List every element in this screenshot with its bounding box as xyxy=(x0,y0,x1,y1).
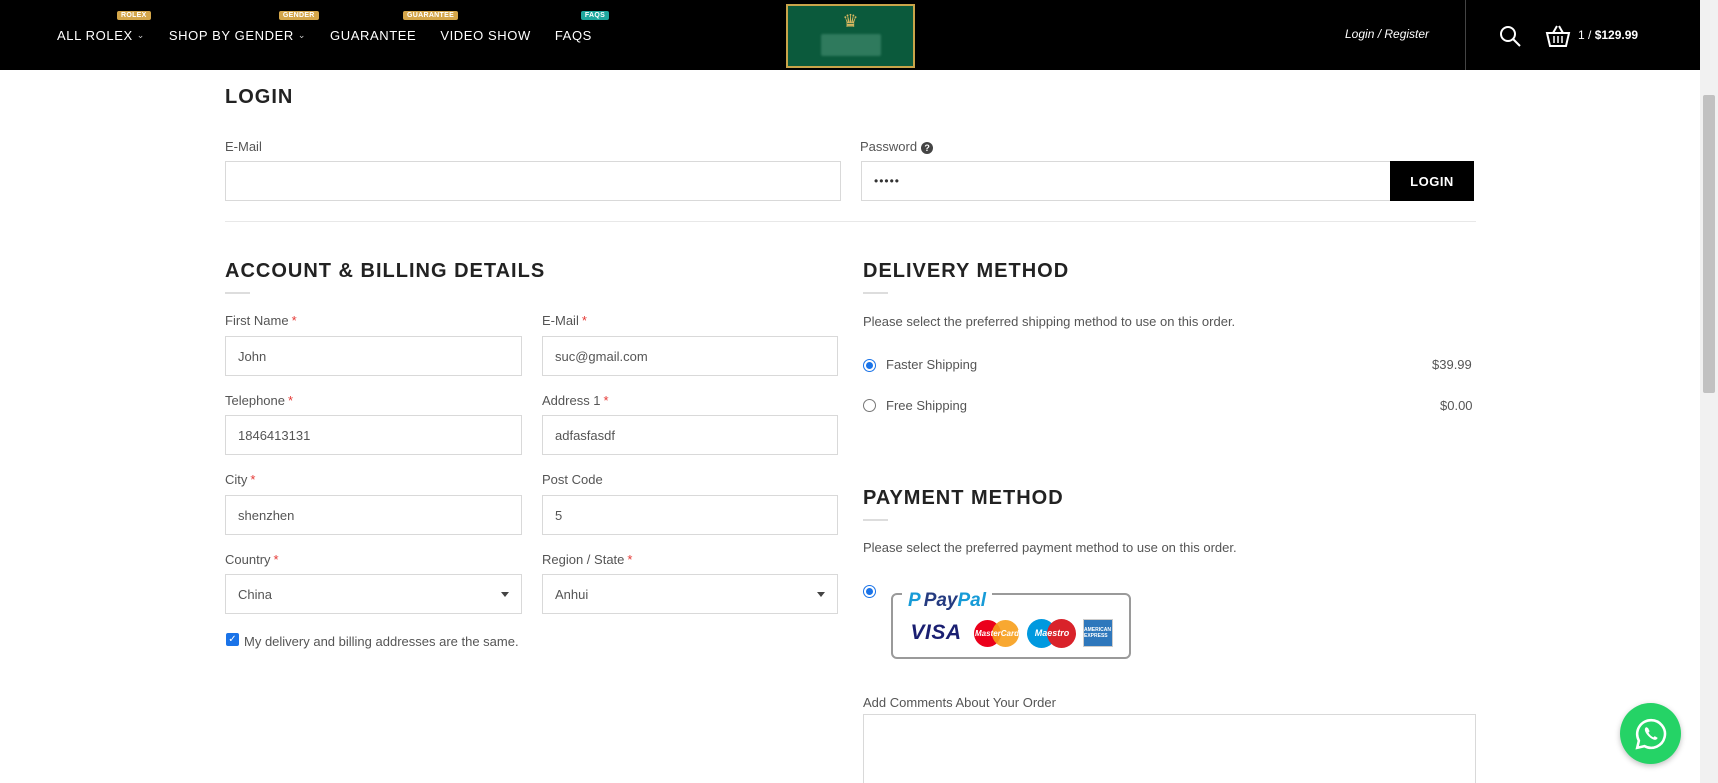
page-scrollbar[interactable] xyxy=(1700,0,1718,783)
title-underline xyxy=(225,292,250,294)
faster-shipping-price: $39.99 xyxy=(1432,357,1472,372)
cart-count: 1 / xyxy=(1578,28,1592,42)
country-select[interactable]: China xyxy=(225,574,522,614)
account-billing-title: ACCOUNT & BILLING DETAILS xyxy=(225,260,546,282)
address1-label: Address 1 * xyxy=(542,393,609,408)
paypal-brand-pal: Pal xyxy=(957,590,987,611)
region-label: Region / State * xyxy=(542,552,633,567)
billing-email-label: E-Mail * xyxy=(542,313,587,328)
section-divider xyxy=(225,221,1476,222)
visa-logo: VISA xyxy=(910,621,962,644)
cart-summary[interactable]: 1 / $129.99 xyxy=(1578,28,1638,42)
order-comments-textarea[interactable] xyxy=(863,714,1476,783)
delivery-intro: Please select the preferred shipping met… xyxy=(863,314,1236,329)
comments-label: Add Comments About Your Order xyxy=(863,695,1056,710)
amex-logo: AMERICAN EXPRESS xyxy=(1083,619,1113,647)
paypal-p-icon: P xyxy=(908,590,921,611)
password-label: Password xyxy=(860,139,918,154)
free-shipping-radio[interactable] xyxy=(863,399,876,412)
nav-all-rolex-label: ALL ROLEX xyxy=(57,27,133,43)
same-address-label: My delivery and billing addresses are th… xyxy=(244,634,519,649)
billing-email-input[interactable]: suc@gmail.com xyxy=(542,336,838,376)
whatsapp-chat-button[interactable] xyxy=(1620,703,1681,764)
delivery-method-title: DELIVERY METHOD xyxy=(863,260,1070,282)
scrollbar-thumb[interactable] xyxy=(1703,95,1715,393)
title-underline xyxy=(863,292,888,294)
nav-shop-by-gender-label: SHOP BY GENDER xyxy=(168,27,294,43)
free-shipping-label[interactable]: Free Shipping xyxy=(886,398,967,413)
paypal-radio[interactable] xyxy=(863,585,876,598)
cart-total: $129.99 xyxy=(1594,28,1639,42)
login-button[interactable]: LOGIN xyxy=(1390,161,1474,201)
crown-logo-icon: ♛ xyxy=(842,11,859,31)
first-name-label: First Name * xyxy=(225,313,297,328)
site-logo[interactable]: ♛ xyxy=(786,4,915,68)
dropdown-arrow-icon xyxy=(817,592,825,597)
country-select-value: China xyxy=(238,586,272,602)
telephone-input[interactable]: 1846413131 xyxy=(225,415,522,455)
post-code-input[interactable]: 5 xyxy=(542,495,838,535)
region-select[interactable]: Anhui xyxy=(542,574,838,614)
nav-badge-faqs: FAQS xyxy=(580,10,610,20)
city-label: City * xyxy=(225,472,256,487)
maestro-logo: Maestro xyxy=(1027,618,1077,648)
payment-intro: Please select the preferred payment meth… xyxy=(863,540,1237,555)
payment-method-title: PAYMENT METHOD xyxy=(863,487,1064,509)
card-logos: VISA MasterCard Maestro AMERICAN EXPRESS xyxy=(905,618,1119,648)
chevron-down-icon: ⌄ xyxy=(136,29,145,40)
password-label-wrap: Password? xyxy=(860,139,934,154)
header-divider xyxy=(1465,0,1466,70)
nav-shop-by-gender[interactable]: GENDER SHOP BY GENDER ⌄ xyxy=(168,10,319,43)
login-email-input[interactable] xyxy=(225,161,841,201)
nav-video-show[interactable]: VIDEO SHOW xyxy=(440,28,531,43)
nav-badge-gender: GENDER xyxy=(278,10,319,20)
site-header: ROLEX ALL ROLEX ⌄ GENDER SHOP BY GENDER … xyxy=(0,0,1700,70)
paypal-option[interactable]: P Pay Pal VISA MasterCard Maestro AMERICAN… xyxy=(891,590,1131,659)
telephone-label: Telephone * xyxy=(225,393,294,408)
faster-shipping-radio[interactable] xyxy=(863,359,876,372)
mastercard-logo: MasterCard xyxy=(973,618,1021,648)
nav-faqs[interactable]: FAQS FAQS xyxy=(554,10,610,43)
nav-faqs-label: FAQS xyxy=(554,27,592,43)
login-title: LOGIN xyxy=(225,86,294,108)
chevron-down-icon: ⌄ xyxy=(297,29,307,40)
title-underline xyxy=(863,519,888,521)
search-icon[interactable] xyxy=(1498,24,1522,48)
free-shipping-price: $0.00 xyxy=(1440,398,1473,413)
country-label: Country * xyxy=(225,552,279,567)
post-code-label: Post Code xyxy=(542,472,603,487)
logo-wordmark-blurred xyxy=(820,34,881,56)
login-register-link[interactable]: Login / Register xyxy=(1345,27,1429,41)
login-email-label: E-Mail xyxy=(225,139,262,154)
paypal-logo: P Pay Pal xyxy=(902,590,993,612)
paypal-brand-pay: Pay xyxy=(923,590,958,611)
nav-guarantee[interactable]: GUARANTEE GUARANTEE xyxy=(330,10,459,43)
basket-icon[interactable] xyxy=(1545,24,1571,48)
whatsapp-icon xyxy=(1634,718,1666,750)
region-select-value: Anhui xyxy=(555,586,589,602)
first-name-input[interactable]: John xyxy=(225,336,522,376)
help-icon[interactable]: ? xyxy=(921,141,934,154)
nav-video-show-label: VIDEO SHOW xyxy=(440,27,531,43)
faster-shipping-label[interactable]: Faster Shipping xyxy=(886,357,977,372)
nav-all-rolex[interactable]: ROLEX ALL ROLEX ⌄ xyxy=(57,10,151,43)
nav-guarantee-label: GUARANTEE xyxy=(330,27,417,43)
nav-badge-rolex: ROLEX xyxy=(117,10,151,20)
main-nav: ROLEX ALL ROLEX ⌄ GENDER SHOP BY GENDER … xyxy=(57,0,616,70)
nav-badge-guarantee: GUARANTEE xyxy=(403,10,459,20)
same-address-checkbox[interactable]: ✓ xyxy=(226,633,239,646)
city-input[interactable]: shenzhen xyxy=(225,495,522,535)
dropdown-arrow-icon xyxy=(501,592,509,597)
password-input[interactable]: ••••• xyxy=(861,161,1391,201)
address1-input[interactable]: adfasfasdf xyxy=(542,415,838,455)
